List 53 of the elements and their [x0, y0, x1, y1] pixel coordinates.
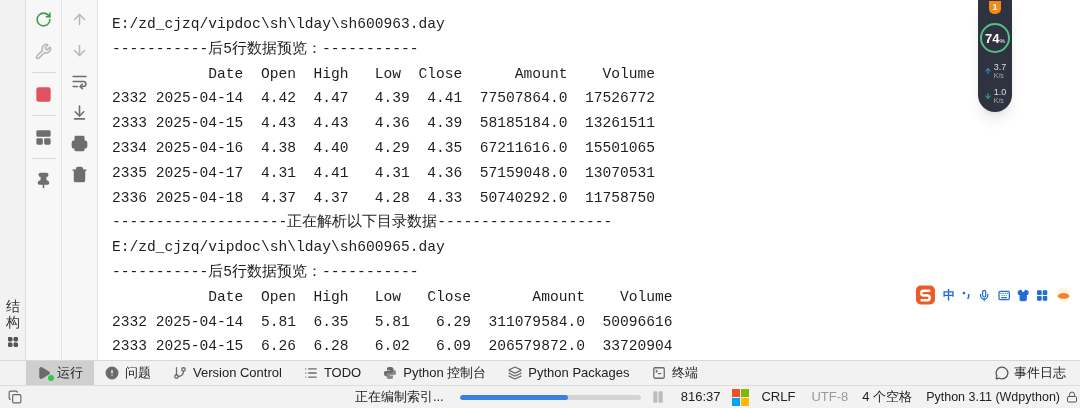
lock-icon[interactable] [1066, 391, 1078, 403]
download-speed: 1.0 [993, 88, 1007, 97]
upload-speed: 3.7 [993, 63, 1007, 72]
panel-toggle-icon[interactable] [8, 390, 22, 404]
console-line: 2335 2025-04-17 4.31 4.41 4.31 4.36 57159048.0 13070531 [112, 163, 655, 183]
alert-icon [105, 366, 119, 380]
list-icon [303, 366, 318, 380]
play-icon [37, 366, 51, 380]
badge: 1 [989, 1, 1001, 14]
tool-window-tab[interactable]: Python Packages [497, 361, 641, 385]
event-log-tab[interactable]: 事件日志 [995, 361, 1080, 385]
console-line: E:/zd_cjzq/vipdoc\sh\lday\sh600965.day [112, 238, 445, 258]
layers-icon [508, 366, 523, 380]
microphone-icon[interactable] [978, 288, 991, 302]
structure-icon [6, 336, 19, 348]
console-line: 2333 2025-04-15 4.43 4.43 4.36 4.39 58185184.0 13261511 [112, 114, 655, 134]
console-line: E:/zd_cjzq/vipdoc\sh\lday\sh600963.day [112, 15, 445, 34]
console-line: -----------后5行数据预览：----------- [112, 39, 419, 59]
mascot-icon[interactable] [1055, 287, 1071, 303]
console-line: Date Open High Low Close Amount Volume [207, 64, 655, 84]
terminal-icon [651, 366, 666, 380]
python-icon [383, 366, 398, 380]
speech-bubble-icon [995, 366, 1009, 380]
console-line: --------------------正在解析以下目录数据-------------------- [112, 212, 613, 233]
keyboard-icon[interactable] [997, 288, 1011, 302]
branch-icon [173, 366, 187, 380]
interpreter[interactable]: Python 3.11 (Wdpython) [926, 387, 1060, 407]
tool-window-tab[interactable]: 问题 [94, 361, 162, 385]
structure-tab[interactable]: 结构 [5, 299, 20, 330]
punctuation-icon[interactable] [961, 290, 972, 300]
tool-window-tab[interactable]: 终端 [640, 361, 709, 385]
tool-window-tab[interactable]: 运行 [26, 361, 94, 385]
console-line: 2333 2025-04-15 6.26 6.28 6.02 6.09 206579872.0 33720904 [112, 337, 673, 357]
console-line: -----------后5行数据预览：----------- [112, 262, 419, 282]
indexing-status: 正在编制索引... [354, 388, 444, 407]
upload-icon [983, 67, 992, 75]
console-line: 2332 2025-04-14 5.81 6.35 5.81 6.29 311079584.0 50096616 [112, 312, 673, 332]
line-ending[interactable]: CRLF [761, 387, 796, 407]
windows-logo-icon [732, 388, 750, 406]
grid-icon[interactable] [1036, 288, 1049, 302]
tool-window-tab[interactable]: Python 控制台 [372, 361, 498, 385]
download-icon [983, 92, 992, 100]
indent-setting[interactable]: 4 个空格 [862, 387, 913, 407]
console-line: Date Open High Low Close Amount Volume [207, 287, 673, 307]
ime-logo-icon[interactable] [915, 284, 936, 306]
shirt-icon[interactable] [1017, 288, 1030, 302]
tool-window-tab[interactable]: TODO [292, 361, 373, 385]
console-line: 2332 2025-04-14 4.42 4.47 4.39 4.41 77507864.0 17526772 [112, 89, 655, 109]
tool-window-tab[interactable]: Version Control [162, 361, 293, 385]
console-line: 2336 2025-04-18 4.37 4.37 4.28 4.33 50740292.0 11758750 [112, 188, 655, 208]
ime-mode[interactable]: 中 [942, 286, 955, 304]
caret-position[interactable]: 816:37 [680, 387, 721, 407]
console-line: 2334 2025-04-16 4.38 4.40 4.29 4.35 67211616.0 15501065 [112, 139, 655, 158]
